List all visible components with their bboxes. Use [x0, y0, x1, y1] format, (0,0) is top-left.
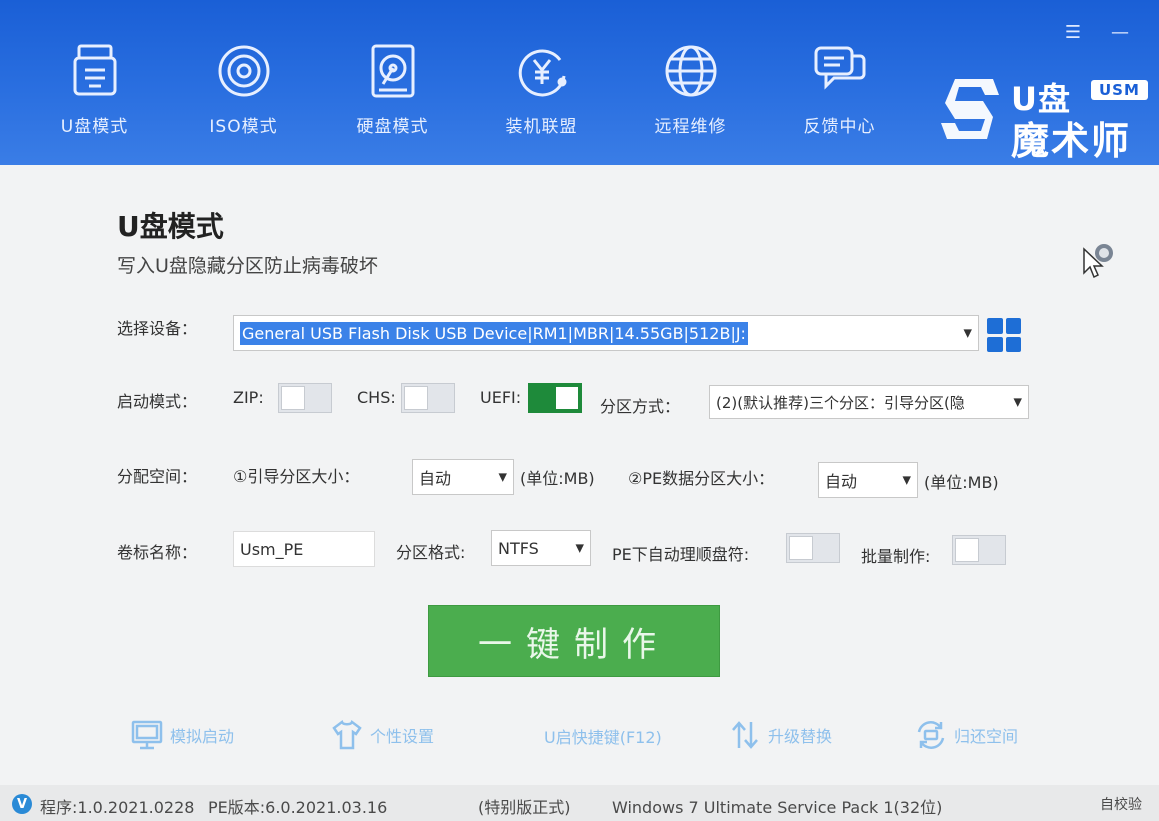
partition-mode-select[interactable]: (2)(默认推荐)三个分区：引导分区(隐 ▼ — [709, 385, 1029, 419]
uefi-toggle[interactable] — [528, 383, 582, 413]
nav-label-feedback-center: 反馈中心 — [803, 117, 876, 137]
device-select-value: General USB Flash Disk USB Device|RM1|MB… — [240, 321, 748, 345]
page-title: U盘模式 — [117, 210, 224, 243]
personal-settings-label: 个性设置 — [370, 727, 435, 746]
pe-version: PE版本:6.0.2021.03.16 — [208, 798, 388, 817]
minimize-icon[interactable]: — — [1111, 24, 1129, 42]
boot-hotkey-label: U启快捷键(F12) — [544, 728, 662, 747]
monitor-icon — [131, 720, 163, 750]
auto-drive-letter-label: PE下自动理顺盘符: — [612, 545, 750, 564]
help-icon[interactable] — [1078, 241, 1118, 281]
nav-usb-mode[interactable]: U盘模式 — [20, 40, 169, 152]
volume-name-input[interactable]: Usm_PE — [233, 531, 375, 567]
volume-name-label: 卷标名称： — [117, 543, 198, 562]
nav-iso-mode[interactable]: ISO模式 — [169, 40, 318, 152]
partition-mode-label: 分区方式： — [600, 397, 681, 416]
main-panel: U盘模式 写入U盘隐藏分区防止病毒破坏 选择设备： General USB Fl… — [0, 165, 1159, 785]
program-version: 程序:1.0.2021.0228 — [40, 798, 195, 817]
menu-icon[interactable]: ☰ — [1065, 24, 1081, 42]
os-info: Windows 7 Ultimate Service Pack 1(32位) — [612, 798, 943, 817]
feedback-icon — [814, 46, 865, 90]
volume-name-value: Usm_PE — [240, 539, 304, 559]
chevron-down-icon: ▼ — [902, 473, 911, 487]
boot-partition-size-label: ①引导分区大小： — [233, 467, 360, 486]
hard-disk-icon — [371, 44, 414, 98]
pe-partition-size-select[interactable]: 自动 ▼ — [818, 462, 918, 498]
nav-label-installer-alliance: 装机联盟 — [505, 117, 578, 137]
top-banner: ☰ — U盘模式 ISO模式 硬盘模式 装机联盟 远程维修 反馈中心 U盘 US… — [0, 0, 1159, 165]
nav-feedback-center[interactable]: 反馈中心 — [765, 40, 914, 152]
nav-label-iso-mode: ISO模式 — [209, 117, 278, 137]
self-check-link[interactable]: 自校验 — [1100, 794, 1142, 814]
boot-partition-size-select[interactable]: 自动 ▼ — [412, 459, 514, 495]
simulate-boot-button[interactable]: 模拟启动 — [130, 718, 234, 752]
allocate-space-label: 分配空间： — [117, 467, 198, 486]
nav-remote-repair[interactable]: 远程维修 — [616, 40, 765, 152]
window-controls: ☰ — — [1065, 24, 1129, 42]
boot-hotkey-button[interactable]: U启快捷键(F12) — [544, 724, 662, 748]
chs-toggle[interactable] — [401, 383, 455, 413]
main-nav: U盘模式 ISO模式 硬盘模式 装机联盟 远程维修 反馈中心 — [20, 40, 914, 152]
disc-icon — [218, 45, 269, 97]
brand-badge: USM — [1091, 80, 1148, 100]
page-subtitle: 写入U盘隐藏分区防止病毒破坏 — [117, 255, 378, 277]
windows-icon[interactable] — [987, 318, 1021, 352]
pe-partition-size-value: 自动 — [825, 472, 858, 491]
device-select[interactable]: General USB Flash Disk USB Device|RM1|MB… — [233, 315, 979, 351]
up-down-arrows-icon — [732, 721, 758, 749]
tshirt-icon — [332, 719, 362, 750]
boot-size-unit: (单位:MB) — [520, 469, 595, 488]
status-bar: V 程序:1.0.2021.0228 PE版本:6.0.2021.03.16 (… — [0, 785, 1159, 821]
batch-make-label: 批量制作: — [861, 547, 931, 566]
nav-label-harddisk-mode: 硬盘模式 — [356, 117, 429, 137]
partition-mode-value: (2)(默认推荐)三个分区：引导分区(隐 — [716, 393, 965, 412]
uefi-label: UEFI: — [480, 388, 522, 407]
nav-harddisk-mode[interactable]: 硬盘模式 — [318, 40, 467, 152]
boot-partition-size-value: 自动 — [419, 469, 452, 488]
version-badge-icon: V — [12, 794, 32, 814]
brand-line2: 魔术师 — [1011, 119, 1132, 163]
chevron-down-icon: ▼ — [1009, 395, 1022, 409]
tool-bar: 模拟启动 个性设置 U启快捷键(F12) 升级替换 归还空间 — [0, 715, 1159, 760]
boot-mode-label: 启动模式： — [117, 392, 198, 411]
chevron-down-icon: ▼ — [498, 470, 507, 484]
usm-logo-icon — [941, 79, 999, 139]
edition-label: (特别版正式) — [478, 798, 571, 817]
upgrade-replace-button[interactable]: 升级替换 — [728, 718, 832, 752]
chs-label: CHS: — [357, 388, 396, 407]
auto-drive-letter-toggle[interactable] — [786, 533, 840, 563]
brand-logo: U盘 USM 魔术师 — [935, 70, 1151, 163]
batch-make-toggle[interactable] — [952, 535, 1006, 565]
restore-space-label: 归还空间 — [954, 727, 1019, 746]
refresh-drive-icon — [917, 721, 945, 749]
pe-size-unit: (单位:MB) — [924, 473, 999, 492]
pe-partition-size-label: ②PE数据分区大小： — [628, 469, 775, 488]
personal-settings-button[interactable]: 个性设置 — [330, 718, 434, 752]
nav-label-usb-mode: U盘模式 — [60, 117, 129, 137]
zip-label: ZIP: — [233, 388, 264, 407]
nav-installer-alliance[interactable]: 装机联盟 — [467, 40, 616, 152]
partition-format-select[interactable]: NTFS ▼ — [491, 530, 591, 566]
partition-format-label: 分区格式: — [396, 543, 466, 562]
nav-label-remote-repair: 远程维修 — [654, 117, 727, 137]
zip-toggle[interactable] — [278, 383, 332, 413]
chevron-down-icon: ▼ — [575, 541, 584, 555]
upgrade-replace-label: 升级替换 — [768, 727, 833, 746]
device-label: 选择设备： — [117, 319, 198, 338]
one-click-make-button[interactable]: 一键制作 — [428, 605, 720, 677]
globe-icon — [665, 45, 716, 97]
simulate-boot-label: 模拟启动 — [170, 727, 235, 746]
yuan-coin-icon — [518, 49, 566, 97]
usb-drive-icon — [73, 44, 116, 96]
chevron-down-icon: ▼ — [963, 326, 972, 340]
partition-format-value: NTFS — [498, 538, 539, 558]
restore-space-button[interactable]: 归还空间 — [914, 718, 1018, 752]
